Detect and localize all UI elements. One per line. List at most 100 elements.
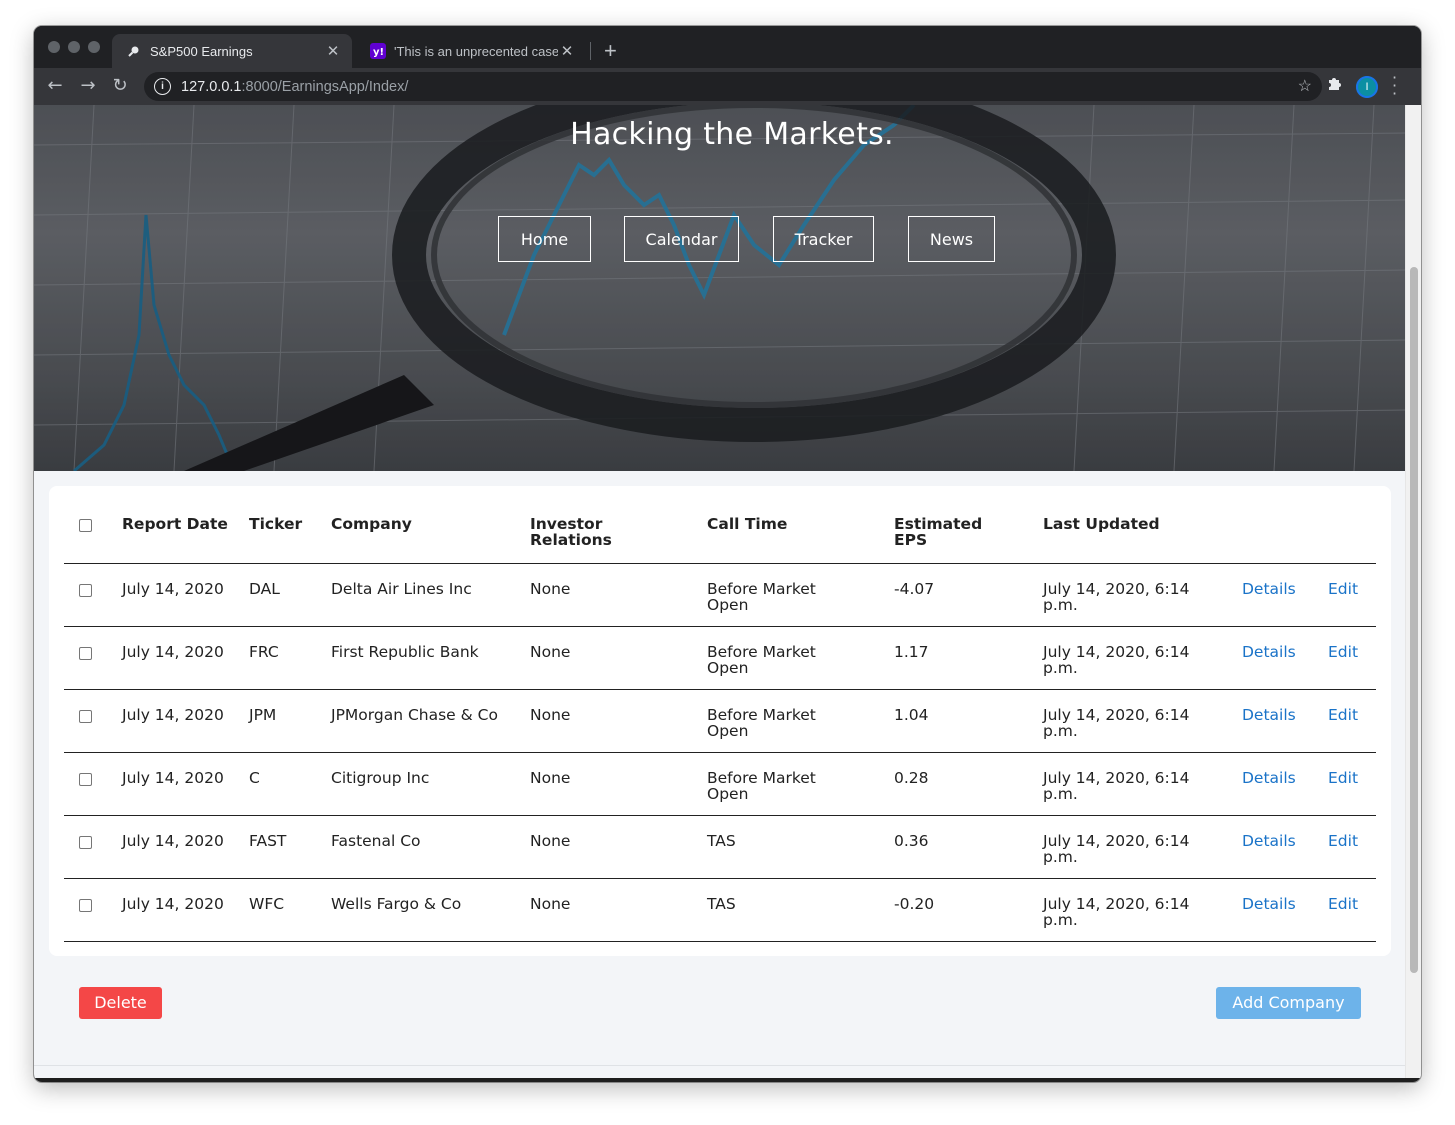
row-checkbox[interactable]: [79, 772, 92, 786]
table-row: July 14, 2020 FAST Fastenal Co None TAS 0.36 J…: [64, 815, 1376, 879]
scrollbar-thumb[interactable]: [1410, 267, 1418, 973]
page-viewport: Hacking the Markets. Home Calendar Track…: [34, 105, 1421, 1082]
cell-last-updated: July 14, 2020, 6:14 p.m.: [1043, 689, 1242, 753]
svg-text:y!: y!: [373, 47, 384, 58]
cell-report-date: July 14, 2020: [122, 815, 249, 879]
details-link[interactable]: Details: [1242, 832, 1296, 850]
details-link-cell: Details: [1242, 878, 1328, 942]
new-tab-button[interactable]: +: [604, 38, 617, 64]
tab-strip: S&P500 Earnings ✕ y! 'This is an unprece…: [34, 26, 1421, 68]
back-arrow-icon[interactable]: ←: [44, 75, 66, 97]
col-company: Company: [331, 486, 530, 564]
edit-link[interactable]: Edit: [1328, 895, 1358, 913]
details-link[interactable]: Details: [1242, 580, 1296, 598]
cell-last-updated: July 14, 2020, 6:14 p.m.: [1043, 815, 1242, 879]
cell-investor-relations: None: [530, 878, 707, 942]
nav-tracker[interactable]: Tracker: [773, 216, 874, 262]
checkbox-cell: [64, 626, 122, 690]
edit-link[interactable]: Edit: [1328, 769, 1358, 787]
forward-arrow-icon[interactable]: →: [77, 75, 99, 97]
col-investor-relations: Investor Relations: [530, 486, 707, 564]
tab-title: 'This is an unprecented case' W: [394, 43, 558, 59]
profile-avatar[interactable]: I: [1356, 76, 1378, 98]
browser-menu-icon[interactable]: · · ·: [1392, 70, 1397, 102]
maximize-window-dot[interactable]: [88, 41, 100, 53]
address-bar[interactable]: i 127.0.0.1:8000/EarningsApp/Index/ ☆: [144, 72, 1322, 101]
cell-last-updated: July 14, 2020, 6:14 p.m.: [1043, 563, 1242, 627]
minimize-window-dot[interactable]: [68, 41, 80, 53]
delete-button[interactable]: Delete: [79, 987, 162, 1019]
edit-link[interactable]: Edit: [1328, 643, 1358, 661]
cell-report-date: July 14, 2020: [122, 626, 249, 690]
nav-news[interactable]: News: [908, 216, 995, 262]
checkbox-cell: [64, 752, 122, 816]
nav-calendar[interactable]: Calendar: [624, 216, 739, 262]
details-link[interactable]: Details: [1242, 895, 1296, 913]
tab-sp500-earnings[interactable]: S&P500 Earnings ✕: [112, 34, 352, 68]
row-checkbox[interactable]: [79, 835, 92, 849]
tab-separator: [590, 42, 591, 60]
extensions-puzzle-icon[interactable]: [1326, 76, 1342, 96]
edit-link-cell: Edit: [1328, 626, 1376, 690]
cell-company: JPMorgan Chase & Co: [331, 689, 530, 753]
col-call-time: Call Time: [707, 486, 894, 564]
cell-call-time: TAS: [707, 878, 894, 942]
cell-report-date: July 14, 2020: [122, 878, 249, 942]
browser-toolbar: ← → ↻ i 127.0.0.1:8000/EarningsApp/Index…: [34, 68, 1421, 105]
cell-call-time: Before Market Open: [707, 752, 894, 816]
details-link-cell: Details: [1242, 752, 1328, 816]
row-checkbox[interactable]: [79, 709, 92, 723]
edit-link-cell: Edit: [1328, 878, 1376, 942]
site-info-icon[interactable]: i: [154, 78, 171, 95]
row-checkbox[interactable]: [79, 646, 92, 660]
col-ticker: Ticker: [249, 486, 331, 564]
edit-link-cell: Edit: [1328, 689, 1376, 753]
url-path: :8000/EarningsApp/Index/: [241, 78, 409, 95]
cell-ticker: JPM: [249, 689, 331, 753]
row-checkbox[interactable]: [79, 583, 92, 597]
reload-icon[interactable]: ↻: [109, 75, 131, 97]
details-link-cell: Details: [1242, 626, 1328, 690]
close-tab-icon[interactable]: ✕: [324, 42, 342, 60]
cell-last-updated: July 14, 2020, 6:14 p.m.: [1043, 878, 1242, 942]
cell-investor-relations: None: [530, 752, 707, 816]
details-link[interactable]: Details: [1242, 643, 1296, 661]
window-bottom-edge: [34, 1078, 1421, 1082]
cell-report-date: July 14, 2020: [122, 752, 249, 816]
cell-investor-relations: None: [530, 689, 707, 753]
col-estimated-eps: Estimated EPS: [894, 486, 1043, 564]
magnifier-favicon-icon: [126, 43, 142, 59]
cell-company: First Republic Bank: [331, 626, 530, 690]
select-all-checkbox[interactable]: [79, 519, 92, 532]
earnings-table: Report Date Ticker Company Investor Rela…: [64, 486, 1376, 942]
table-row: July 14, 2020 FRC First Republic Bank None B…: [64, 626, 1376, 690]
browser-window: S&P500 Earnings ✕ y! 'This is an unprece…: [34, 26, 1421, 1082]
edit-link[interactable]: Edit: [1328, 580, 1358, 598]
col-last-updated: Last Updated: [1043, 486, 1242, 564]
cell-call-time: Before Market Open: [707, 689, 894, 753]
cell-estimated-eps: 0.28: [894, 752, 1043, 816]
details-link-cell: Details: [1242, 815, 1328, 879]
close-window-dot[interactable]: [48, 41, 60, 53]
edit-link[interactable]: Edit: [1328, 832, 1358, 850]
details-link[interactable]: Details: [1242, 769, 1296, 787]
cell-estimated-eps: 1.04: [894, 689, 1043, 753]
details-link[interactable]: Details: [1242, 706, 1296, 724]
cell-investor-relations: None: [530, 626, 707, 690]
site-title: Hacking the Markets.: [570, 117, 894, 152]
edit-link[interactable]: Edit: [1328, 706, 1358, 724]
cell-investor-relations: None: [530, 815, 707, 879]
row-checkbox[interactable]: [79, 898, 92, 912]
close-tab-icon[interactable]: ✕: [558, 42, 576, 60]
tab-yahoo-article[interactable]: y! 'This is an unprecented case' W ✕: [356, 34, 586, 68]
vertical-scrollbar[interactable]: [1405, 105, 1421, 1082]
add-company-button[interactable]: Add Company: [1216, 987, 1361, 1019]
cell-estimated-eps: -0.20: [894, 878, 1043, 942]
edit-link-cell: Edit: [1328, 815, 1376, 879]
nav-home[interactable]: Home: [498, 216, 591, 262]
yahoo-favicon-icon: y!: [370, 43, 386, 59]
footer-divider: [34, 1065, 1406, 1066]
edit-link-cell: Edit: [1328, 752, 1376, 816]
bookmark-star-icon[interactable]: ☆: [1298, 76, 1312, 96]
hero-background-image: [34, 105, 1406, 471]
